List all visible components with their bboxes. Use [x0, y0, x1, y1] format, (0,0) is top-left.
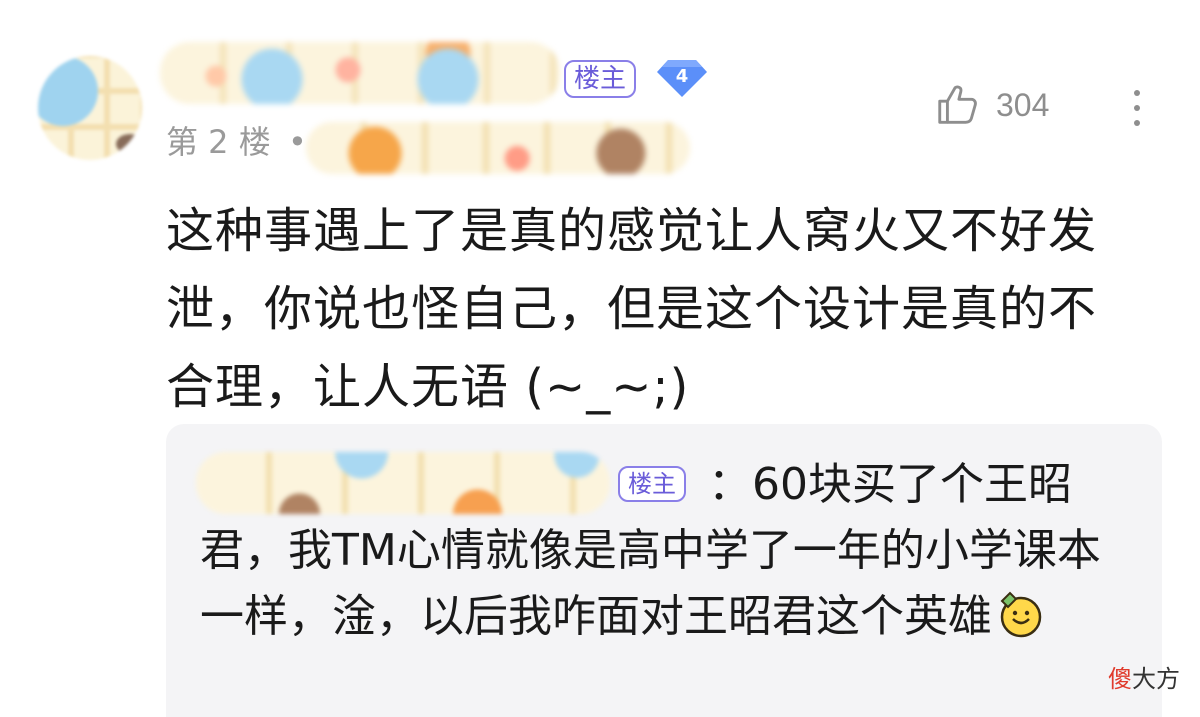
like-button[interactable]: 304 [934, 82, 1049, 128]
face-emoji [1000, 591, 1042, 638]
watermark: 傻大方 [1108, 664, 1180, 694]
comment-text: 这种事遇上了是真的感觉让人窝火又不好发泄，你说也怪自己，但是这个设计是真的不合理… [166, 203, 1098, 415]
reply-text-block: ：60块买了个王昭君，我TM心情就像是高中学了一年的小学课本一样，淦，以后我咋面… [200, 452, 1120, 650]
reply-text: ：60块买了个王昭君，我TM心情就像是高中学了一年的小学课本一样，淦，以后我咋面… [200, 459, 1101, 642]
more-vertical-icon [1134, 90, 1140, 96]
watermark-rest: 大方 [1132, 665, 1180, 693]
avatar[interactable] [38, 56, 142, 160]
floor-label: 第 2 楼 [166, 123, 271, 161]
username-blurred[interactable] [160, 42, 560, 104]
watermark-accent: 傻 [1108, 665, 1132, 693]
avatar-blob [38, 56, 98, 126]
meta-info-blurred [306, 122, 690, 174]
meta-separator: • [288, 123, 307, 161]
more-menu-button[interactable] [1122, 84, 1152, 130]
level-badge: 4 [656, 58, 708, 98]
like-count: 304 [996, 86, 1050, 123]
avatar-blob [116, 134, 142, 154]
more-vertical-icon [1134, 120, 1140, 126]
level-number: 4 [675, 66, 689, 87]
thumbs-up-icon [938, 85, 977, 124]
owner-tag: 楼主 [564, 60, 637, 98]
comment-page: 楼主 4 第 2 楼 • 304 这种事遇上了是真的感觉让人窝火又不好发泄，你说… [0, 0, 1200, 717]
more-vertical-icon [1134, 105, 1140, 111]
